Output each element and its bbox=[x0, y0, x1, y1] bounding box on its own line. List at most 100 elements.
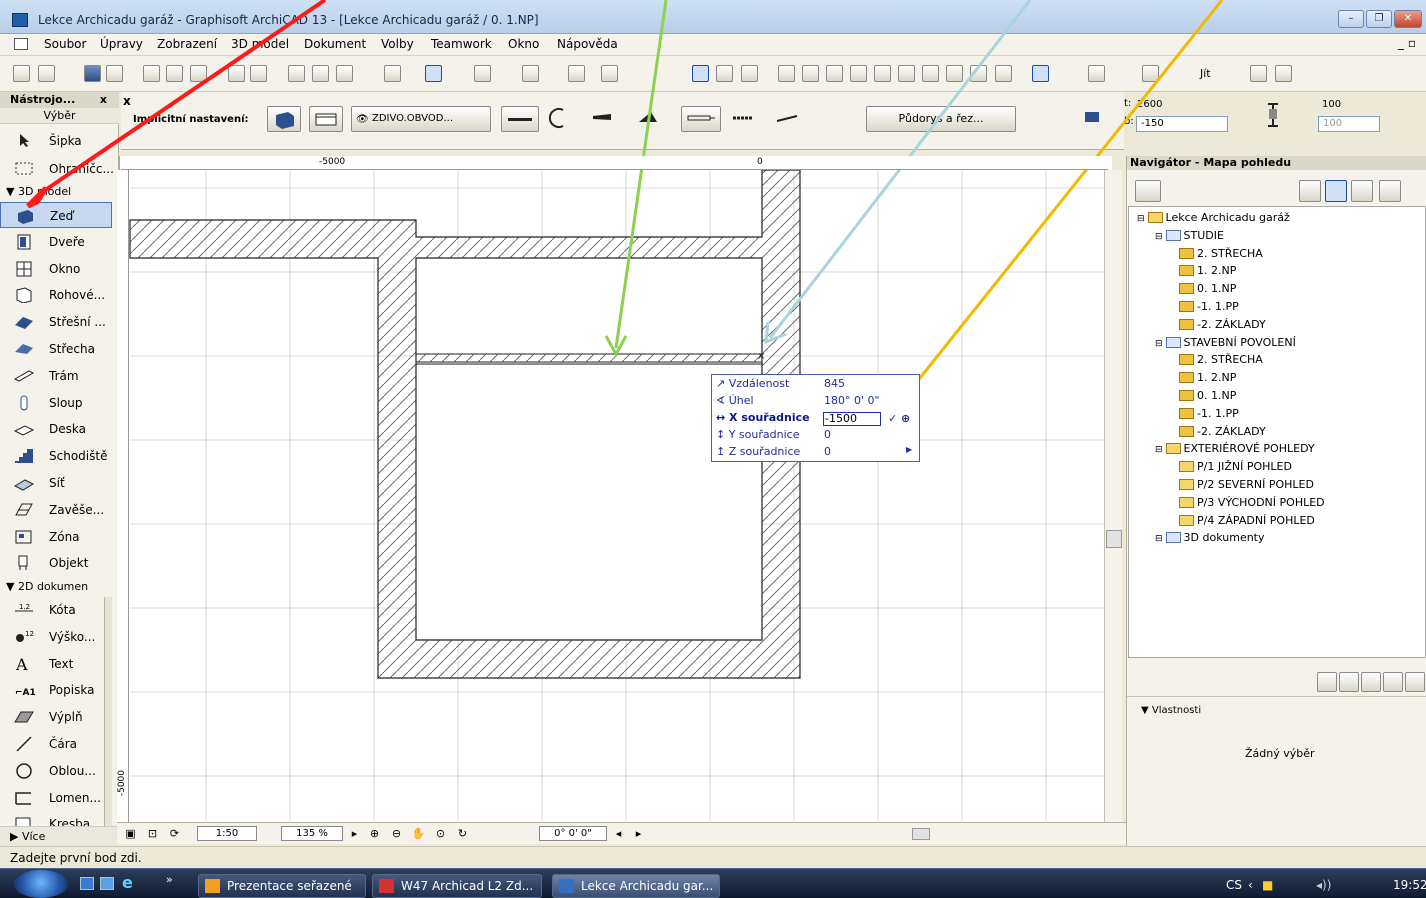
navigator-panel: Navigátor - Mapa pohledu ⊟ Lekce Archicad… bbox=[1126, 156, 1426, 846]
volume-icon[interactable]: ◂)) bbox=[1316, 878, 1331, 892]
show-desktop-icon[interactable] bbox=[80, 877, 94, 890]
start-button[interactable] bbox=[14, 870, 68, 898]
nav-node-elev[interactable]: P/1 JIŽNÍ POHLED bbox=[1179, 458, 1292, 475]
vertical-ruler: -5000 bbox=[117, 170, 129, 826]
nav-node-story[interactable]: 1. 2.NP bbox=[1179, 262, 1236, 279]
publisher-icon[interactable] bbox=[1379, 180, 1401, 202]
ruler-label-minus5000: -5000 bbox=[319, 157, 346, 167]
view-map-tree: ⊟ Lekce Archicadu garáž ⊟ STUDIE 2. STŘECHA 1… bbox=[1128, 206, 1426, 658]
pdf-icon bbox=[379, 879, 394, 893]
ruler-label-left: -5000 bbox=[117, 770, 127, 797]
nav-node-story[interactable]: -1. 1.PP bbox=[1179, 405, 1239, 422]
project-map-icon[interactable] bbox=[1299, 180, 1321, 202]
tree-collapse-icon[interactable]: ⊟ bbox=[1155, 445, 1163, 455]
cursor-snap-icon: × bbox=[757, 351, 765, 362]
nav-node-story[interactable]: -2. ZÁKLADY bbox=[1179, 423, 1266, 440]
nav-node-doc3d[interactable]: ⊟ 3D dokumenty bbox=[1155, 529, 1265, 546]
tree-collapse-icon[interactable]: ⊟ bbox=[1155, 339, 1163, 349]
nav-node-set[interactable]: ⊟ STUDIE bbox=[1155, 227, 1224, 244]
nav-node-story[interactable]: 2. STŘECHA bbox=[1179, 351, 1263, 368]
nav-node-story[interactable]: -2. ZÁKLADY bbox=[1179, 316, 1266, 333]
rebuild-icon[interactable]: ⟳ bbox=[167, 826, 182, 841]
tracker-confirm-icon[interactable]: ✓ ⊕ bbox=[888, 412, 910, 425]
tree-collapse-icon[interactable]: ⊟ bbox=[1155, 232, 1163, 242]
zoom-out-icon[interactable]: ⊖ bbox=[389, 826, 404, 841]
powerpoint-icon bbox=[205, 879, 220, 893]
set-folder-icon bbox=[1165, 336, 1181, 348]
scale-field[interactable]: 1:50 bbox=[197, 826, 257, 841]
switch-windows-icon[interactable] bbox=[100, 877, 114, 890]
layout-book-icon[interactable] bbox=[1351, 180, 1373, 202]
story-folder-icon bbox=[1179, 283, 1194, 295]
taskbar-w47[interactable]: W47 Archicad L2 Zd... bbox=[372, 874, 542, 898]
orientation-field[interactable]: 0° 0' 0" bbox=[539, 826, 607, 841]
horizontal-ruler: -5000 0 bbox=[121, 156, 1108, 170]
next-zoom-icon[interactable]: ▸ bbox=[631, 826, 646, 841]
story-folder-icon bbox=[1179, 318, 1194, 330]
story-folder-icon bbox=[1179, 372, 1194, 384]
coordinate-tracker[interactable]: ↗ Vzdálenost 845 ∢ Úhel 180° 0' 0" ↔ X sou… bbox=[711, 374, 920, 462]
zoom-in-icon[interactable]: ⊕ bbox=[367, 826, 382, 841]
pan-icon[interactable]: ✋ bbox=[411, 826, 426, 841]
fit-window-icon[interactable]: ⊙ bbox=[433, 826, 448, 841]
nav-node-set[interactable]: ⊟ STAVEBNÍ POVOLENÍ bbox=[1155, 334, 1296, 351]
nav-node-elev[interactable]: P/2 SEVERNÍ POHLED bbox=[1179, 476, 1314, 493]
previous-zoom-icon[interactable]: ◂ bbox=[611, 826, 626, 841]
project-folder-icon bbox=[1147, 212, 1163, 223]
ruler-label-zero: 0 bbox=[757, 157, 763, 167]
view-map-icon[interactable] bbox=[1325, 180, 1347, 202]
tray-expand-icon[interactable]: ‹ bbox=[1248, 878, 1253, 892]
nav-new-view-icon[interactable] bbox=[1339, 672, 1359, 692]
status-line: Zadejte první bod zdi. bbox=[0, 846, 1426, 868]
elev-folder-icon bbox=[1165, 443, 1181, 455]
nav-node-elev[interactable]: P/3 VÝCHODNÍ POHLED bbox=[1179, 494, 1325, 511]
nav-node-project[interactable]: ⊟ Lekce Archicadu garáž bbox=[1137, 209, 1290, 226]
tree-collapse-icon[interactable]: ⊟ bbox=[1155, 534, 1163, 544]
zoom-window-icon[interactable]: ⊡ bbox=[145, 826, 160, 841]
nav-node-elev[interactable]: P/4 ZÁPADNÍ POHLED bbox=[1179, 512, 1315, 529]
tracker-expand-icon[interactable]: ▶ bbox=[906, 445, 912, 454]
taskbar-archicad[interactable]: Lekce Archicadu gar... bbox=[552, 874, 720, 898]
story-folder-icon bbox=[1179, 247, 1194, 259]
zoom-field[interactable]: 135 % bbox=[281, 826, 343, 841]
elev-folder-icon bbox=[1179, 496, 1194, 508]
quicklaunch-more-icon[interactable]: » bbox=[166, 873, 173, 886]
story-folder-icon bbox=[1179, 301, 1194, 312]
archicad-task-icon bbox=[559, 879, 574, 893]
zoom-menu-icon[interactable]: ▸ bbox=[347, 826, 362, 841]
rotate-view-icon[interactable]: ↻ bbox=[455, 826, 470, 841]
nav-node-elev[interactable]: ⊟ EXTERIÉROVÉ POHLEDY bbox=[1155, 440, 1315, 457]
story-folder-icon bbox=[1179, 407, 1194, 419]
tracker-x-input[interactable]: -1500 bbox=[823, 412, 881, 426]
nav-node-story[interactable]: -1. 1.PP bbox=[1179, 298, 1239, 315]
nav-node-story[interactable]: 2. STŘECHA bbox=[1179, 245, 1263, 262]
horizontal-scroll-thumb[interactable] bbox=[912, 828, 930, 840]
nav-delete-icon[interactable] bbox=[1405, 672, 1425, 692]
navigator-toolbar bbox=[1127, 170, 1426, 208]
navigator-menu-icon[interactable] bbox=[1135, 180, 1161, 202]
scroll-thumb[interactable] bbox=[1106, 530, 1122, 548]
canvas-vertical-scrollbar[interactable] bbox=[1104, 170, 1122, 826]
clock[interactable]: 19:52 bbox=[1393, 878, 1426, 892]
language-indicator[interactable]: CS bbox=[1226, 878, 1242, 892]
doc3d-folder-icon bbox=[1165, 532, 1181, 544]
nav-clone-icon[interactable] bbox=[1383, 672, 1403, 692]
nav-node-story[interactable]: 1. 2.NP bbox=[1179, 369, 1236, 386]
navigator-title: Navigátor - Mapa pohledu bbox=[1127, 156, 1426, 170]
properties-toggle[interactable]: ▼ Vlastnosti bbox=[1141, 705, 1201, 716]
nav-node-story[interactable]: 0. 1.NP bbox=[1179, 280, 1236, 297]
navigator-buttons bbox=[1127, 666, 1426, 696]
story-folder-icon bbox=[1179, 425, 1194, 437]
canvas-bottom-bar: ▣ ⊡ ⟳ 1:50 135 % ▸ ⊕ ⊖ ✋ ⊙ ↻ 0° 0' 0" ◂ … bbox=[117, 822, 1126, 844]
taskbar-prezentace[interactable]: Prezentace seřazené bbox=[198, 874, 366, 898]
no-selection-text: Žádný výběr bbox=[1245, 747, 1315, 760]
nav-settings-icon[interactable] bbox=[1317, 672, 1337, 692]
navigator-preview-icon[interactable]: ▣ bbox=[123, 826, 138, 841]
story-folder-icon bbox=[1179, 265, 1194, 277]
nav-node-story[interactable]: 0. 1.NP bbox=[1179, 387, 1236, 404]
story-folder-icon bbox=[1179, 390, 1194, 401]
nav-new-folder-icon[interactable] bbox=[1361, 672, 1381, 692]
network-icon[interactable]: ■ bbox=[1262, 878, 1273, 892]
tree-collapse-icon[interactable]: ⊟ bbox=[1137, 214, 1145, 224]
ie-icon[interactable]: e bbox=[122, 873, 133, 892]
